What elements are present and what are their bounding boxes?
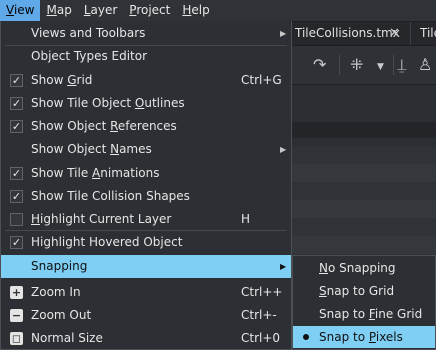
map-row [292,236,436,254]
menu-item-label: Object Types Editor [31,49,148,63]
checkbox-checked: ✓ [10,190,23,203]
map-row [292,200,436,218]
map-row [292,218,436,236]
menu-item-zoom-in[interactable]: + Zoom In Ctrl++ [1,281,291,304]
menu-item-label: Show Tile Collision Shapes [31,189,190,203]
submenu-item-snap-to-fine-grid[interactable]: Snap to Fine Grid [293,303,435,325]
menu-item-zoom-out[interactable]: − Zoom Out Ctrl+- [1,304,291,327]
menu-item-show-object-names[interactable]: Show Object Names ▶ [1,138,291,161]
menu-item-shortcut: Ctrl++ [241,285,283,299]
menu-item-show-object-references[interactable]: ✓ Show Object References [1,115,291,138]
checkbox-unchecked [10,213,23,226]
submenu-arrow-icon: ▶ [280,262,287,271]
menu-layer[interactable]: Layer [78,0,123,21]
close-tab-icon[interactable]: ✕ [389,22,400,45]
toolbar-separator [393,55,394,75]
menu-item-show-grid[interactable]: ✓ Show Grid Ctrl+G [1,69,291,92]
submenu-item-label: Snap to Pixels [319,330,403,344]
menu-item-show-tile-animations[interactable]: ✓ Show Tile Animations [1,162,291,185]
toolbar-separator [339,55,340,75]
menu-item-object-types-editor[interactable]: Object Types Editor [1,45,291,68]
menu-item-shortcut: Ctrl+- [241,308,277,322]
submenu-item-snap-to-grid[interactable]: Snap to Grid [293,280,435,302]
tab-tilecollisions[interactable]: TileCollisions.tmx [293,22,400,45]
menu-item-normal-size[interactable]: ◻ Normal Size Ctrl+0 [1,327,291,350]
submenu-item-label: Snap to Fine Grid [319,307,423,321]
stamp-icon[interactable]: ⍊ [397,56,407,74]
submenu-arrow-icon: ▶ [280,145,287,154]
menu-map[interactable]: Map [40,0,77,21]
menu-help[interactable]: Help [176,0,215,21]
menu-project[interactable]: Project [123,0,176,21]
menu-item-views-and-toolbars[interactable]: Views and Toolbars ▶ [1,22,291,45]
map-row [292,182,436,200]
menu-item-label: Snapping [31,259,88,273]
submenu-item-no-snapping[interactable]: No Snapping [293,257,435,279]
menu-item-label: Show Tile Object Outlines [31,96,185,110]
map-row [292,146,436,164]
menu-item-label: Zoom Out [31,308,92,322]
menu-item-label: Show Object Names [31,142,152,156]
menu-view[interactable]: View [0,0,41,21]
menu-item-label: Highlight Current Layer [31,212,172,226]
view-menu: Views and Toolbars ▶ Object Types Editor ✓ S… [0,21,292,350]
checkbox-checked: ✓ [10,167,23,180]
menu-item-highlight-hovered-object[interactable]: ✓ Highlight Hovered Object [1,231,291,254]
menu-item-shortcut: Ctrl+G [241,73,282,87]
submenu-item-label: No Snapping [319,261,396,275]
menu-item-show-tile-object-outlines[interactable]: ✓ Show Tile Object Outlines [1,92,291,115]
menu-item-shortcut: Ctrl+0 [241,331,281,345]
menu-item-shortcut: H [241,212,251,226]
zoom-out-icon: − [10,309,23,322]
checkbox-checked: ✓ [10,97,23,110]
submenu-item-label: Snap to Grid [319,284,395,298]
menu-item-snapping[interactable]: Snapping ▶ [1,255,291,278]
select-objects-icon[interactable]: ⁜ [350,56,363,74]
zoom-in-icon: + [10,286,23,299]
menu-item-label: Highlight Hovered Object [31,235,183,249]
menu-item-highlight-current-layer[interactable]: Highlight Current Layer H [1,208,291,231]
checkbox-checked: ✓ [10,74,23,87]
menu-item-label: Show Object References [31,119,177,133]
menu-bar: View Map Layer Project Help [0,0,436,22]
submenu-arrow-icon: ▶ [280,29,287,38]
menu-item-label: Zoom In [31,285,81,299]
chevron-down-icon[interactable]: ▼ [377,58,384,76]
menu-item-show-tile-collision-shapes[interactable]: ✓ Show Tile Collision Shapes [1,185,291,208]
checkbox-checked: ✓ [10,236,23,249]
menu-item-label: Show Tile Animations [31,166,160,180]
tab-tile[interactable]: Tile [418,22,436,45]
menu-item-label: Views and Toolbars [31,26,146,40]
checkbox-checked: ✓ [10,120,23,133]
panel-header [292,122,436,138]
tab-divider [410,22,411,45]
normal-size-icon: ◻ [10,332,23,345]
menu-item-label: Show Grid [31,73,93,87]
map-row [292,164,436,182]
menu-item-label: Normal Size [31,331,103,345]
redo-icon[interactable]: ↷ [313,56,326,74]
radio-selected-icon [303,334,309,340]
person-icon[interactable]: ♙ [418,56,432,74]
submenu-item-snap-to-pixels[interactable]: Snap to Pixels [293,326,435,348]
snapping-submenu: No Snapping Snap to Grid Snap to Fine Grid… [292,255,436,350]
